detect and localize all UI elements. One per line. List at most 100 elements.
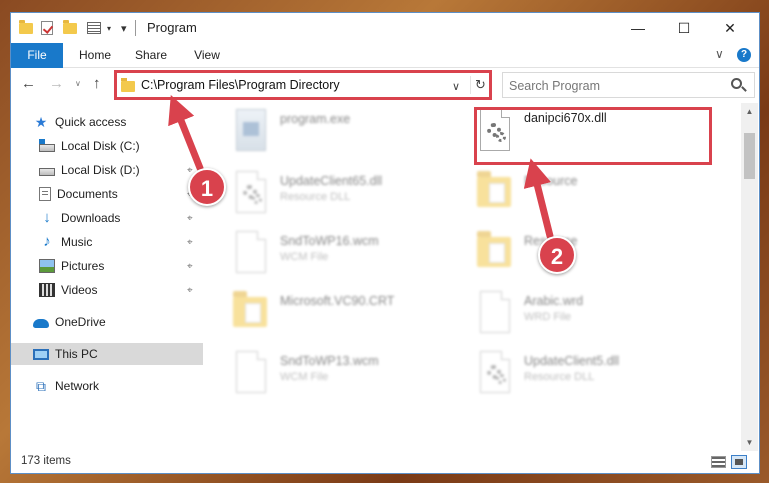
forward-arrow-icon[interactable]: → — [49, 75, 64, 92]
quick-access-view-icon[interactable] — [87, 19, 101, 37]
ribbon-collapse-icon[interactable]: ∨ — [715, 47, 724, 61]
file-icon — [236, 351, 266, 393]
file-item-updateclient5-dll[interactable]: UpdateClient5.dll Resource DLL — [477, 345, 727, 399]
tab-view[interactable]: View — [181, 43, 233, 68]
folder-icon — [477, 231, 511, 267]
pin-icon[interactable]: ⌖ — [187, 237, 193, 248]
recent-locations-icon[interactable]: ∨ — [75, 79, 81, 88]
folder-icon — [233, 291, 267, 327]
quick-access-dropdown-icon[interactable]: ▾ — [107, 19, 111, 37]
quick-access-customize-icon[interactable]: ▾ — [121, 19, 127, 37]
item-count: 173 items — [21, 455, 71, 467]
videos-icon — [39, 283, 55, 297]
scroll-up-icon[interactable]: ▲ — [741, 103, 758, 120]
scroll-thumb[interactable] — [744, 133, 755, 179]
file-item-resource-folder[interactable]: Resource — [477, 165, 727, 219]
file-type: Resource DLL — [280, 191, 351, 203]
callout-step-2: 2 — [538, 236, 576, 274]
sidebar-item-label: Videos — [61, 283, 98, 297]
sidebar-item-local-disk-c[interactable]: Local Disk (C:) — [39, 135, 203, 157]
refresh-icon[interactable]: ↻ — [470, 76, 490, 94]
dll-icon — [236, 171, 266, 213]
minimize-button[interactable]: — — [615, 13, 661, 43]
search-box[interactable] — [502, 72, 755, 98]
sidebar-item-network[interactable]: ⧉ Network — [33, 375, 203, 397]
pictures-icon — [39, 259, 55, 273]
file-item-microsoft-vc90-crt[interactable]: Microsoft.VC90.CRT — [233, 285, 483, 339]
sidebar-item-pictures[interactable]: Pictures — [39, 255, 203, 277]
downloads-icon: ↓ — [43, 209, 51, 226]
sidebar-item-quick-access[interactable]: ★ Quick access — [33, 111, 203, 133]
file-item-updateclient65-dll[interactable]: UpdateClient65.dll Resource DLL — [233, 165, 483, 219]
file-item-arabic-wrd[interactable]: Arabic.wrd WRD File — [477, 285, 727, 339]
sidebar-item-local-disk-d[interactable]: Local Disk (D:) — [39, 159, 203, 181]
tab-share[interactable]: Share — [125, 43, 177, 68]
scroll-down-icon[interactable]: ▼ — [741, 434, 758, 451]
drive-icon — [39, 167, 55, 176]
file-name: Microsoft.VC90.CRT — [280, 294, 395, 308]
sidebar-item-label: Documents — [57, 187, 118, 201]
pin-icon[interactable]: ⌖ — [187, 285, 193, 296]
back-arrow-icon[interactable]: ← — [21, 75, 36, 92]
file-icon — [480, 291, 510, 333]
sidebar-item-music[interactable]: ♪ Music — [39, 231, 203, 253]
file-item-sndtowp13-wcm[interactable]: SndToWP13.wcm WCM File — [233, 345, 483, 399]
file-item-resource-folder-2[interactable]: Resource — [477, 225, 727, 279]
search-icon[interactable] — [731, 78, 742, 89]
file-name: Arabic.wrd — [524, 294, 584, 308]
sidebar-item-label: Downloads — [61, 211, 121, 225]
quick-access-properties-check-icon[interactable] — [41, 19, 53, 37]
sidebar-item-label: Network — [55, 379, 100, 393]
pin-icon[interactable]: ⌖ — [187, 213, 193, 224]
file-name: SndToWP16.wcm — [280, 234, 379, 248]
close-button[interactable]: ✕ — [707, 13, 753, 43]
details-view-icon[interactable] — [711, 456, 726, 468]
sidebar-item-downloads[interactable]: ↓ Downloads — [39, 207, 203, 229]
help-icon[interactable]: ? — [737, 48, 751, 62]
address-bar[interactable]: C:\Program Files\Program Directory ∨ ↻ — [114, 72, 491, 98]
folder-icon — [477, 171, 511, 207]
exe-icon — [236, 109, 266, 151]
sidebar-item-label: This PC — [55, 347, 98, 361]
quick-access-folder-icon[interactable] — [19, 19, 33, 37]
file-name: UpdateClient65.dll — [280, 174, 383, 188]
network-icon: ⧉ — [36, 378, 46, 394]
file-item-danipci670x-dll[interactable]: danipci670x.dll — [477, 103, 727, 157]
file-name: UpdateClient5.dll — [524, 354, 620, 368]
sidebar-item-this-pc[interactable]: This PC — [11, 343, 203, 365]
dll-icon — [480, 109, 510, 151]
documents-icon — [39, 187, 51, 201]
cloud-icon — [33, 319, 49, 328]
large-icons-view-icon[interactable] — [731, 455, 747, 469]
file-item-sndtowp16-wcm[interactable]: SndToWP16.wcm WCM File — [233, 225, 483, 279]
address-dropdown-icon[interactable]: ∨ — [452, 80, 460, 93]
tab-file[interactable]: File — [11, 43, 63, 68]
file-name: danipci670x.dll — [524, 111, 607, 125]
sidebar-item-documents[interactable]: Documents — [39, 183, 203, 205]
search-input[interactable] — [509, 77, 719, 94]
address-path[interactable]: C:\Program Files\Program Directory — [141, 78, 340, 92]
window-title: Program — [147, 20, 197, 35]
tab-home[interactable]: Home — [69, 43, 121, 68]
file-type: WCM File — [280, 371, 329, 383]
quick-access-new-folder-icon[interactable] — [63, 19, 77, 37]
maximize-button[interactable]: ☐ — [661, 13, 707, 43]
file-name: Resource — [524, 174, 578, 188]
pc-icon — [33, 348, 49, 360]
title-bar: ▾ ▾ Program — ☐ ✕ — [11, 13, 759, 43]
navigation-pane: ★ Quick access Local Disk (C:) Local Dis… — [11, 109, 203, 449]
file-item-program-exe[interactable]: program.exe — [233, 103, 483, 157]
sidebar-item-videos[interactable]: Videos — [39, 279, 203, 301]
ribbon: File Home Share View ∨ ? — [11, 43, 759, 68]
file-type: WCM File — [280, 251, 329, 263]
file-icon — [236, 231, 266, 273]
pin-icon[interactable]: ⌖ — [187, 261, 193, 272]
sidebar-item-onedrive[interactable]: OneDrive — [33, 311, 203, 333]
dll-icon — [480, 351, 510, 393]
sidebar-item-label: Quick access — [55, 115, 127, 129]
file-type: WRD File — [524, 311, 572, 323]
up-arrow-icon[interactable]: ↑ — [93, 75, 101, 92]
drive-icon — [39, 138, 55, 152]
vertical-scrollbar[interactable]: ▲ ▼ — [741, 103, 758, 451]
file-name: SndToWP13.wcm — [280, 354, 379, 368]
